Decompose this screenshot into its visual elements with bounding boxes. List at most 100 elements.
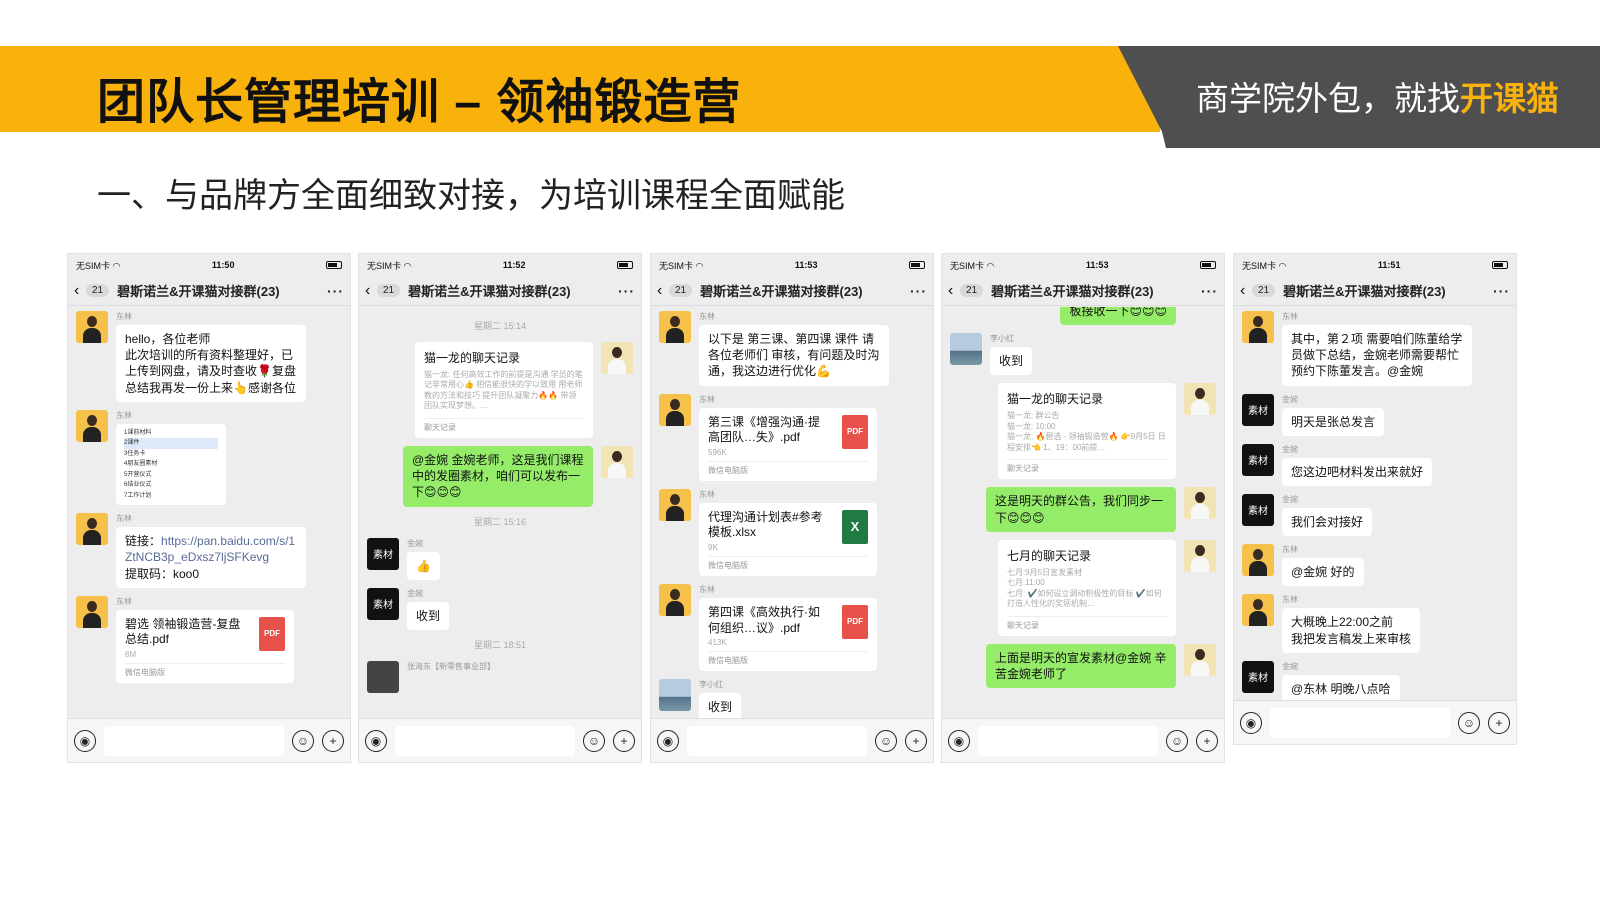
chat-area[interactable]: 东林 hello，各位老师 此次培训的所有资料整理好，已上传到网盘，请及时查收🌹… — [68, 307, 350, 718]
phone-screenshot-5: 无SIM卡 ◠ 11:51 ‹ 21 碧斯诺兰&开课猫对接群(23) ··· 东… — [1233, 253, 1517, 745]
avatar[interactable] — [950, 333, 982, 366]
emoji-icon[interactable]: ☺ — [1166, 729, 1188, 752]
unread-badge[interactable]: 21 — [377, 284, 401, 297]
message-bubble[interactable]: 👍 — [407, 551, 440, 580]
avatar[interactable]: 素材 — [1242, 393, 1274, 426]
message-bubble[interactable]: 您这边吧材料发出来就好 — [1282, 457, 1433, 486]
chevron-left-icon[interactable]: ‹ — [365, 282, 377, 300]
chat-area[interactable]: 星期二 15:14 猫一龙的聊天记录 猫一龙: 任何高效工作的前提是沟通 学员的… — [359, 307, 641, 718]
avatar[interactable] — [367, 660, 399, 693]
chat-record-card[interactable]: 七月的聊天记录 七月:9月5日宣发素材 七月:11:00 七月: ✔️如何设立调… — [998, 539, 1176, 636]
image-message[interactable]: 1课前材料 2课件 3任务卡 4朋友圈素材 5开营仪式 6结业仪式 7工作计划 — [116, 423, 226, 506]
message-bubble[interactable]: @金婉 好的 — [1282, 558, 1364, 587]
voice-icon[interactable]: ◉ — [365, 729, 387, 752]
message-bubble[interactable]: @金婉 金婉老师，这是我们课程中的发圈素材，咱们可以发布一下😊😊😊 — [403, 446, 593, 507]
voice-icon[interactable]: ◉ — [74, 729, 96, 752]
chat-header: ‹ 21 碧斯诺兰&开课猫对接群(23) ··· — [942, 276, 1224, 306]
emoji-icon[interactable]: ☺ — [292, 729, 314, 752]
chat-record-card[interactable]: 猫一龙的聊天记录 猫一龙: 群公告 猫一龙: 10:00 猫一龙: 🔥碧选 · … — [998, 383, 1176, 480]
message-bubble[interactable]: 以下是 第三课、第四课 课件 请各位老师们 审核，有问题及时沟通，我这边进行优化… — [699, 325, 889, 386]
sender-name: 金婉 — [1282, 444, 1298, 454]
message-bubble[interactable]: 明天是张总发言 — [1282, 407, 1385, 436]
chevron-left-icon[interactable]: ‹ — [1240, 282, 1252, 300]
message-input[interactable] — [687, 725, 867, 756]
more-icon[interactable]: ··· — [1493, 283, 1510, 299]
emoji-icon[interactable]: ☺ — [875, 729, 897, 752]
voice-icon[interactable]: ◉ — [657, 729, 679, 752]
avatar[interactable] — [659, 583, 691, 616]
avatar[interactable] — [1184, 487, 1216, 520]
avatar[interactable]: 素材 — [1242, 493, 1274, 526]
message-bubble[interactable]: 上面是明天的宣发素材@金婉 辛苦金婉老师了 — [986, 643, 1176, 689]
avatar[interactable] — [601, 342, 633, 374]
unread-badge[interactable]: 21 — [86, 284, 110, 297]
avatar[interactable] — [601, 446, 633, 478]
card-preview: 猫一龙: 任何高效工作的前提是沟通 学员的笔记非常用心👍 相信能很快的学以致用 … — [424, 370, 583, 411]
more-icon[interactable]: ··· — [1201, 283, 1218, 299]
chevron-left-icon[interactable]: ‹ — [657, 282, 669, 300]
avatar[interactable] — [1242, 544, 1274, 577]
avatar[interactable] — [659, 311, 691, 343]
avatar[interactable] — [76, 513, 108, 546]
emoji-icon[interactable]: ☺ — [583, 729, 605, 752]
message: 东林 代理沟通计划表#参考模板.xlsx 9K X 微信电脑版 — [659, 488, 925, 576]
avatar[interactable]: 素材 — [1242, 660, 1274, 693]
message-bubble[interactable]: 这是明天的群公告，我们同步一下😊😊😊 — [986, 487, 1176, 532]
chat-record-card[interactable]: 猫一龙的聊天记录 猫一龙: 任何高效工作的前提是沟通 学员的笔记非常用心👍 相信… — [415, 342, 593, 438]
chat-area[interactable]: 东林 以下是 第三课、第四课 课件 请各位老师们 审核，有问题及时沟通，我这边进… — [651, 307, 933, 718]
avatar[interactable] — [659, 488, 691, 521]
avatar[interactable]: 素材 — [367, 587, 399, 620]
more-icon[interactable]: ··· — [910, 283, 927, 299]
message-input[interactable] — [395, 725, 575, 756]
unread-badge[interactable]: 21 — [960, 284, 984, 297]
avatar[interactable] — [1242, 311, 1274, 343]
group-name: 碧斯诺兰&开课猫对接群(23) — [117, 284, 280, 299]
slogan-text: 商学院外包，就找 — [1196, 80, 1460, 117]
file-message[interactable]: 碧选 领袖锻造营-复盘总结.pdf 8M PDF 微信电脑版 — [116, 609, 294, 683]
unread-badge[interactable]: 21 — [669, 284, 693, 297]
avatar[interactable]: 素材 — [1242, 443, 1274, 476]
message-bubble[interactable]: 我们会对接好 — [1282, 507, 1373, 537]
avatar[interactable] — [76, 409, 108, 442]
message-bubble[interactable]: 链接：https://pan.baidu.com/s/1ZtNCB3p_eDxs… — [116, 527, 306, 588]
file-message[interactable]: 第四课《高效执行·如何组织…议》.pdf 413K PDF 微信电脑版 — [699, 597, 877, 672]
voice-icon[interactable]: ◉ — [948, 729, 970, 752]
plus-icon[interactable]: + — [1488, 711, 1510, 734]
message-bubble[interactable]: 其中，第２项 需要咱们陈董给学员做下总结，金婉老师需要帮忙预约下陈董发言。@金婉 — [1282, 325, 1472, 386]
plus-icon[interactable]: + — [1196, 729, 1218, 752]
emoji-icon[interactable]: ☺ — [1458, 711, 1480, 734]
avatar[interactable]: 素材 — [367, 537, 399, 570]
message-bubble[interactable]: 收到 — [990, 347, 1033, 376]
unread-badge[interactable]: 21 — [1252, 284, 1276, 297]
message-input[interactable] — [978, 725, 1158, 756]
avatar[interactable] — [659, 393, 691, 426]
message-bubble[interactable]: 收到 — [407, 601, 450, 630]
plus-icon[interactable]: + — [613, 729, 635, 752]
file-message[interactable]: 代理沟通计划表#参考模板.xlsx 9K X 微信电脑版 — [699, 502, 877, 576]
avatar[interactable] — [76, 311, 108, 343]
message-bubble[interactable]: 收到 — [699, 693, 742, 718]
message-bubble[interactable]: @东林 明晚八点哈 — [1282, 674, 1400, 700]
message-bubble[interactable]: 大概晚上22:00之前 我把发言稿发上来审核 — [1282, 608, 1421, 653]
chat-area[interactable]: 东林 其中，第２项 需要咱们陈董给学员做下总结，金婉老师需要帮忙预约下陈董发言。… — [1234, 307, 1516, 700]
avatar[interactable] — [1184, 539, 1216, 572]
message: 东林 大概晚上22:00之前 我把发言稿发上来审核 — [1242, 594, 1508, 653]
avatar[interactable] — [1184, 643, 1216, 676]
more-icon[interactable]: ··· — [327, 283, 344, 299]
chat-area[interactable]: 板接收一下😊😊😊 李小红 收到 猫一龙的聊天记录 猫一龙: 群公告 猫一龙: 1… — [942, 307, 1224, 718]
avatar[interactable] — [1184, 383, 1216, 416]
plus-icon[interactable]: + — [322, 729, 344, 752]
chevron-left-icon[interactable]: ‹ — [74, 282, 86, 300]
chevron-left-icon[interactable]: ‹ — [948, 282, 960, 300]
voice-icon[interactable]: ◉ — [1240, 711, 1262, 734]
avatar[interactable] — [659, 679, 691, 712]
more-icon[interactable]: ··· — [618, 283, 635, 299]
avatar[interactable] — [76, 595, 108, 628]
avatar[interactable] — [1242, 594, 1274, 627]
plus-icon[interactable]: + — [905, 729, 927, 752]
message-bubble[interactable]: 板接收一下😊😊😊 — [1060, 307, 1176, 326]
message-input[interactable] — [104, 725, 284, 756]
message-bubble[interactable]: hello，各位老师 此次培训的所有资料整理好，已上传到网盘，请及时查收🌹复盘总… — [116, 325, 306, 402]
file-message[interactable]: 第三课《增强沟通·提高团队…失》.pdf 596K PDF 微信电脑版 — [699, 407, 877, 481]
message-input[interactable] — [1270, 707, 1450, 738]
